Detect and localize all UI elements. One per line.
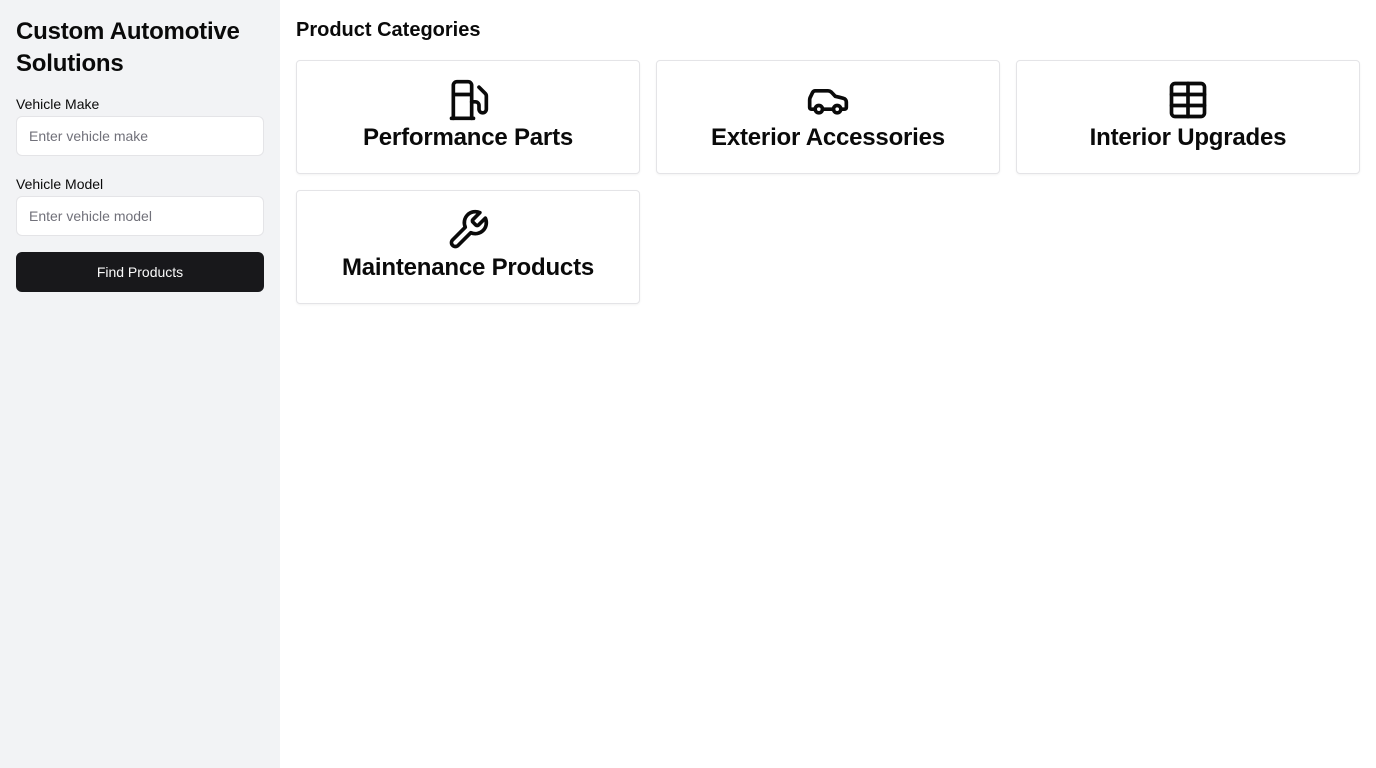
- main-content: Product Categories Performance Parts Ext…: [280, 0, 1376, 768]
- wrench-icon: [446, 208, 490, 252]
- app-root: Custom Automotive Solutions Vehicle Make…: [0, 0, 1376, 768]
- vehicle-make-label: Vehicle Make: [16, 96, 100, 112]
- fuel-pump-icon: [446, 78, 490, 122]
- category-card-exterior-accessories[interactable]: Exterior Accessories: [656, 60, 1000, 174]
- category-card-performance-parts[interactable]: Performance Parts: [296, 60, 640, 174]
- vehicle-model-label: Vehicle Model: [16, 176, 104, 192]
- sidebar: Custom Automotive Solutions Vehicle Make…: [0, 0, 280, 768]
- category-title: Interior Upgrades: [1089, 124, 1287, 151]
- grid-icon: [1166, 78, 1210, 122]
- category-title: Maintenance Products: [341, 254, 595, 281]
- app-title: Custom Automotive Solutions: [16, 18, 240, 77]
- find-products-button[interactable]: Find Products: [16, 252, 264, 292]
- category-card-maintenance-products[interactable]: Maintenance Products: [296, 190, 640, 304]
- section-title: Product Categories: [296, 19, 481, 41]
- category-grid: Performance Parts Exterior Accessories I…: [296, 60, 1360, 304]
- car-icon: [806, 78, 850, 122]
- category-title: Exterior Accessories: [711, 124, 945, 151]
- vehicle-make-input[interactable]: [16, 116, 264, 156]
- category-title: Performance Parts: [362, 124, 574, 151]
- vehicle-model-input[interactable]: [16, 196, 264, 236]
- category-card-interior-upgrades[interactable]: Interior Upgrades: [1016, 60, 1360, 174]
